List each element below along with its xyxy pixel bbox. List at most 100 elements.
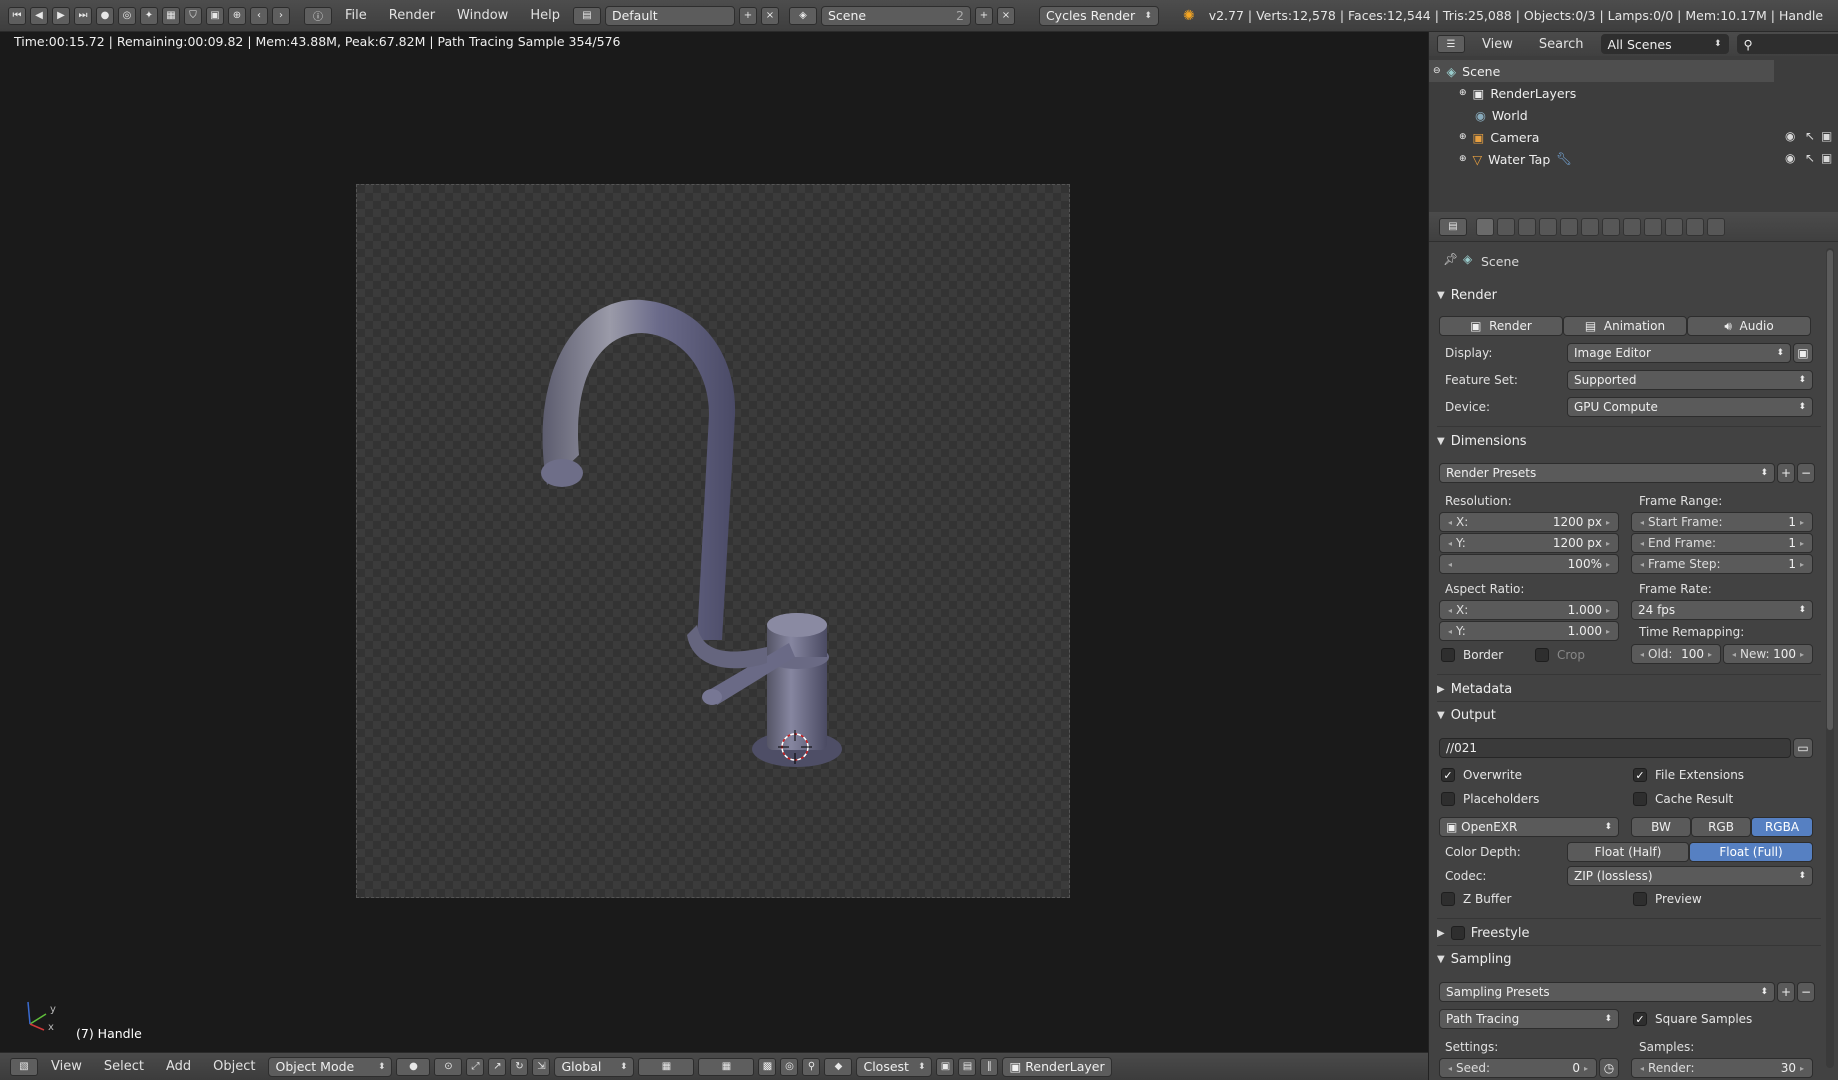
render-anim-icon[interactable]: ▤ xyxy=(958,1057,977,1076)
jump-end-icon[interactable]: ⏭ xyxy=(74,6,92,25)
keying-set-icon[interactable]: ◎ xyxy=(118,6,136,25)
time-remap-old-field[interactable]: Old: 100 xyxy=(1631,644,1721,664)
end-frame-field[interactable]: End Frame: 1 xyxy=(1631,533,1813,553)
clock-icon[interactable]: ◷ xyxy=(1599,1058,1619,1078)
manipulator-icon[interactable]: ⤢ xyxy=(466,1057,485,1076)
screen-layout-icon[interactable]: ▤ xyxy=(572,6,601,25)
display-toggle-icon[interactable]: ▣ xyxy=(1793,343,1813,363)
checker-icon[interactable]: ▦ xyxy=(162,6,180,25)
float-full-button[interactable]: Float (Full) xyxy=(1689,842,1813,862)
remove-sampling-preset-icon[interactable]: − xyxy=(1797,982,1815,1002)
menu-file[interactable]: File xyxy=(336,8,376,23)
render-toggle-icon[interactable]: ▣ xyxy=(1821,151,1832,165)
expand-icon[interactable]: ⊕ xyxy=(1459,132,1467,142)
expand-icon[interactable]: ⊕ xyxy=(1459,154,1467,164)
arrow-left-icon[interactable]: ‹ xyxy=(250,6,268,25)
render-engine-select[interactable]: Cycles Render xyxy=(1038,5,1159,26)
cursor-icon[interactable]: ↖ xyxy=(1805,151,1815,165)
placeholders-checkbox[interactable]: Placeholders xyxy=(1441,792,1539,806)
material-tab-icon[interactable] xyxy=(1644,217,1662,236)
border-checkbox[interactable]: Border xyxy=(1441,648,1503,662)
render-samples-field[interactable]: Render: 30 xyxy=(1631,1058,1813,1078)
aspect-x-field[interactable]: X: 1.000 xyxy=(1439,600,1619,620)
camera-icon[interactable]: ▣ xyxy=(206,6,224,25)
pause-icon[interactable]: ∥ xyxy=(980,1057,999,1076)
float-half-button[interactable]: Float (Half) xyxy=(1567,842,1689,862)
new-file-icon[interactable]: ✦ xyxy=(140,6,158,25)
add-preset-icon[interactable]: + xyxy=(1777,463,1795,483)
start-frame-field[interactable]: Start Frame: 1 xyxy=(1631,512,1813,532)
rgba-button[interactable]: RGBA xyxy=(1751,817,1813,837)
output-panel-header[interactable]: ▼ Output xyxy=(1437,704,1821,726)
properties-scrollbar[interactable] xyxy=(1826,248,1834,1068)
modifiers-tab-icon[interactable] xyxy=(1602,217,1620,236)
remove-preset-icon[interactable]: − xyxy=(1797,463,1815,483)
proportional-icon[interactable]: ◎ xyxy=(780,1057,799,1076)
outliner-search-input[interactable]: ⚲ xyxy=(1736,34,1838,54)
bw-button[interactable]: BW xyxy=(1631,817,1691,837)
outliner-display-select[interactable]: All Scenes xyxy=(1600,34,1729,54)
render-button[interactable]: ▣ Render xyxy=(1439,316,1563,336)
physics-tab-icon[interactable] xyxy=(1707,217,1725,236)
shield-icon[interactable]: ⛉ xyxy=(184,6,202,25)
animation-button[interactable]: ▤ Animation xyxy=(1563,316,1687,336)
scene-tab-icon[interactable] xyxy=(1518,217,1536,236)
add-layout-icon[interactable]: + xyxy=(738,6,757,25)
render-layers-tab-icon[interactable] xyxy=(1497,217,1515,236)
time-remap-new-field[interactable]: New:100 xyxy=(1723,644,1813,664)
scene-field[interactable]: Scene 2 xyxy=(820,5,971,26)
menu-render[interactable]: Render xyxy=(380,8,444,23)
info-editor-icon[interactable]: ⓘ xyxy=(304,6,332,25)
eye-icon[interactable]: ◉ xyxy=(1785,129,1795,143)
render-presets-select[interactable]: Render Presets xyxy=(1439,463,1775,483)
particles-tab-icon[interactable] xyxy=(1686,217,1704,236)
lock-icon[interactable]: ▩ xyxy=(758,1057,777,1076)
menu-help[interactable]: Help xyxy=(521,8,569,23)
display-select[interactable]: Image Editor xyxy=(1567,343,1791,363)
jump-start-icon[interactable]: ⏮ xyxy=(8,6,26,25)
rendered-region[interactable] xyxy=(356,184,1070,898)
mode-select[interactable]: Object Mode xyxy=(268,1056,393,1077)
pivot-icon[interactable]: ⊙ xyxy=(434,1057,463,1076)
cursor-icon[interactable]: ↖ xyxy=(1805,129,1815,143)
target-icon[interactable]: ⊕ xyxy=(228,6,246,25)
layers-icon[interactable]: ▦ xyxy=(638,1057,695,1076)
codec-select[interactable]: ZIP (lossless) xyxy=(1567,866,1813,886)
snap-target-select[interactable]: Closest xyxy=(856,1056,933,1077)
resolution-x-field[interactable]: X: 1200 px xyxy=(1439,512,1619,532)
play-icon[interactable]: ▶ xyxy=(52,6,70,25)
constraints-tab-icon[interactable] xyxy=(1581,217,1599,236)
snap-icon[interactable]: ⚲ xyxy=(802,1057,821,1076)
data-tab-icon[interactable] xyxy=(1623,217,1641,236)
feature-set-select[interactable]: Supported xyxy=(1567,370,1813,390)
frame-rate-select[interactable]: 24 fps xyxy=(1631,600,1813,620)
render-layer-field[interactable]: ▣ RenderLayer xyxy=(1002,1056,1113,1077)
file-extensions-checkbox[interactable]: ✓ File Extensions xyxy=(1633,768,1744,782)
dimensions-panel-header[interactable]: ▼ Dimensions xyxy=(1437,430,1821,452)
square-samples-checkbox[interactable]: ✓ Square Samples xyxy=(1633,1012,1752,1026)
metadata-panel-header[interactable]: ▶ Metadata xyxy=(1437,678,1821,700)
outliner-row-scene[interactable]: ⊖ ◈ Scene xyxy=(1433,60,1500,82)
outliner-row-water-tap[interactable]: ⊕ ▽ Water Tap 🔧︎ xyxy=(1459,148,1572,170)
outliner-row-camera[interactable]: ⊕ ▣ Camera xyxy=(1459,126,1539,148)
outliner-editor-icon[interactable]: ☰ xyxy=(1437,35,1465,53)
collapse-icon[interactable]: ⊖ xyxy=(1433,66,1441,76)
pin-icon[interactable]: 📌︎ xyxy=(1443,252,1458,266)
outliner-view-menu[interactable]: View xyxy=(1473,37,1522,52)
add-scene-icon[interactable]: + xyxy=(974,6,993,25)
scene-icon[interactable]: ◈ xyxy=(788,6,817,25)
shading-icon[interactable]: ● xyxy=(396,1057,431,1076)
cache-result-checkbox[interactable]: Cache Result xyxy=(1633,792,1733,806)
seed-field[interactable]: Seed: 0 xyxy=(1439,1058,1597,1078)
folder-icon[interactable]: ▭ xyxy=(1793,738,1813,758)
render-tab-icon[interactable] xyxy=(1476,217,1494,236)
layers2-icon[interactable]: ▦ xyxy=(698,1057,755,1076)
aspect-y-field[interactable]: Y: 1.000 xyxy=(1439,621,1619,641)
properties-editor-icon[interactable]: ▤ xyxy=(1439,217,1467,236)
freestyle-checkbox[interactable] xyxy=(1450,926,1465,940)
menu-window[interactable]: Window xyxy=(448,8,517,23)
resolution-y-field[interactable]: Y: 1200 px xyxy=(1439,533,1619,553)
freestyle-panel-header[interactable]: ▶ Freestyle xyxy=(1437,922,1821,944)
3d-viewport[interactable]: Time:00:15.72 | Remaining:00:09.82 | Mem… xyxy=(0,32,1428,1052)
device-select[interactable]: GPU Compute xyxy=(1567,397,1813,417)
